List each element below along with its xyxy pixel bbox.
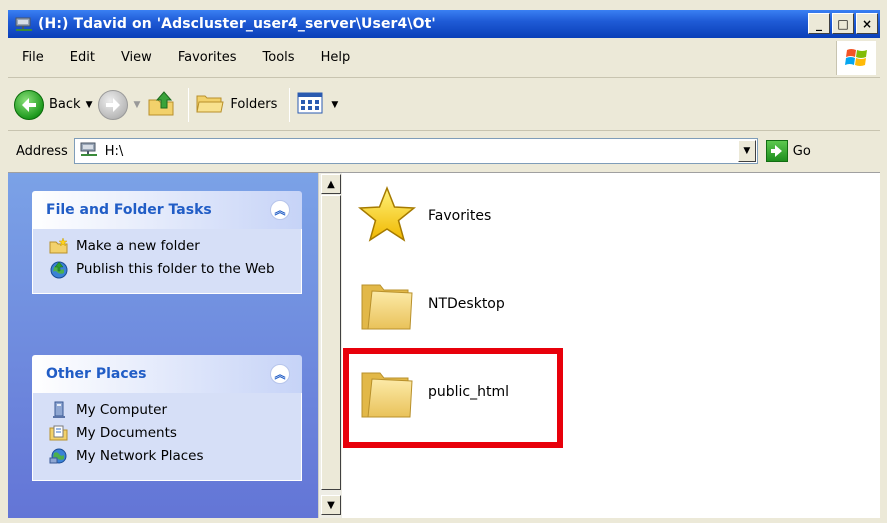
menu-bar: File Edit View Favorites Tools Help: [8, 38, 880, 78]
place-label: My Network Places: [76, 448, 204, 464]
publish-web-icon: [49, 260, 69, 279]
maximize-button[interactable]: □: [832, 13, 854, 34]
other-places-panel: Other Places ︽ My Computer My Documents …: [32, 355, 302, 481]
task-publish-folder[interactable]: Publish this folder to the Web: [49, 260, 291, 279]
task-label: Publish this folder to the Web: [76, 261, 275, 277]
go-arrow-icon: [765, 140, 788, 162]
menu-help[interactable]: Help: [308, 50, 364, 65]
file-name: NTDesktop: [428, 296, 505, 312]
folders-button[interactable]: Folders: [195, 90, 277, 120]
go-label: Go: [792, 143, 811, 159]
minimize-button[interactable]: _: [808, 13, 830, 34]
file-name: Favorites: [428, 208, 492, 224]
folders-label: Folders: [230, 97, 278, 112]
place-my-network-places[interactable]: My Network Places: [49, 447, 291, 465]
explorer-window: (H:) Tdavid on 'Adscluster_user4_server\…: [0, 0, 887, 523]
place-label: My Computer: [76, 402, 168, 418]
address-dropdown-icon[interactable]: ▼: [737, 140, 756, 162]
scroll-up-button[interactable]: ▲: [321, 174, 341, 194]
back-arrow-icon: [14, 89, 44, 120]
go-button[interactable]: Go: [765, 140, 811, 162]
file-folder-tasks-body: Make a new folder Publish this folder to…: [32, 229, 302, 294]
highlight-box: [343, 348, 563, 448]
panel-title: Other Places: [46, 366, 147, 382]
task-make-new-folder[interactable]: Make a new folder: [49, 237, 291, 255]
address-value: H:\: [104, 143, 124, 159]
file-item-ntdesktop[interactable]: NTDesktop: [356, 273, 505, 335]
my-documents-icon: [49, 424, 69, 442]
back-dropdown-icon[interactable]: ▼: [86, 100, 93, 110]
menu-edit[interactable]: Edit: [57, 50, 108, 65]
forward-dropdown-icon[interactable]: ▼: [133, 100, 140, 110]
address-input[interactable]: H:\ ▼: [73, 138, 758, 164]
back-button[interactable]: Back ▼: [14, 89, 93, 120]
file-list: Favorites NTDesktop public_html: [342, 173, 880, 518]
place-my-computer[interactable]: My Computer: [49, 401, 291, 419]
views-button[interactable]: ▼: [296, 90, 338, 120]
menu-view[interactable]: View: [108, 50, 165, 65]
up-folder-icon: [146, 88, 176, 122]
forward-arrow-icon: [98, 89, 129, 120]
my-computer-icon: [49, 401, 69, 419]
file-item-favorites[interactable]: Favorites: [356, 185, 491, 247]
other-places-body: My Computer My Documents My Network Plac…: [32, 393, 302, 481]
task-pane: File and Folder Tasks ︽ Make a new folde…: [8, 173, 318, 518]
toolbar-separator: [289, 87, 291, 122]
new-folder-icon: [49, 237, 69, 255]
views-icon: [296, 90, 326, 120]
window-title: (H:) Tdavid on 'Adscluster_user4_server\…: [38, 16, 436, 32]
toolbar: Back ▼ ▼ Folders ▼: [8, 79, 880, 131]
favorites-star-icon: [356, 185, 418, 247]
menu-favorites[interactable]: Favorites: [165, 50, 250, 65]
collapse-chevron-icon[interactable]: ︽: [270, 364, 290, 384]
scroll-down-button[interactable]: ▼: [321, 495, 341, 515]
vertical-scrollbar[interactable]: ▲ ▼: [318, 173, 342, 518]
file-folder-tasks-header[interactable]: File and Folder Tasks ︽: [32, 191, 302, 229]
place-label: My Documents: [76, 425, 177, 441]
window-controls: _ □ ×: [808, 13, 878, 34]
file-folder-tasks-panel: File and Folder Tasks ︽ Make a new folde…: [32, 191, 302, 294]
folders-icon: [195, 90, 225, 120]
title-bar[interactable]: (H:) Tdavid on 'Adscluster_user4_server\…: [8, 10, 880, 38]
address-bar: Address H:\ ▼ Go: [8, 132, 880, 170]
close-button[interactable]: ×: [856, 13, 878, 34]
back-label: Back: [49, 97, 81, 112]
forward-button[interactable]: ▼: [98, 89, 140, 120]
menu-file[interactable]: File: [8, 50, 57, 65]
scroll-thumb[interactable]: [321, 195, 341, 490]
windows-logo-icon: [836, 41, 876, 75]
menu-tools[interactable]: Tools: [250, 50, 308, 65]
network-drive-icon: [14, 15, 34, 33]
toolbar-separator: [188, 87, 190, 122]
panel-title: File and Folder Tasks: [46, 202, 212, 218]
collapse-chevron-icon[interactable]: ︽: [270, 200, 290, 220]
address-label: Address: [16, 143, 68, 159]
up-folder-button[interactable]: [146, 88, 176, 122]
other-places-header[interactable]: Other Places ︽: [32, 355, 302, 393]
views-dropdown-icon[interactable]: ▼: [331, 100, 338, 110]
folder-icon: [356, 273, 418, 335]
task-label: Make a new folder: [76, 238, 200, 254]
content-area: File and Folder Tasks ︽ Make a new folde…: [8, 172, 880, 518]
network-places-icon: [49, 447, 69, 465]
network-drive-icon: [79, 140, 101, 162]
place-my-documents[interactable]: My Documents: [49, 424, 291, 442]
